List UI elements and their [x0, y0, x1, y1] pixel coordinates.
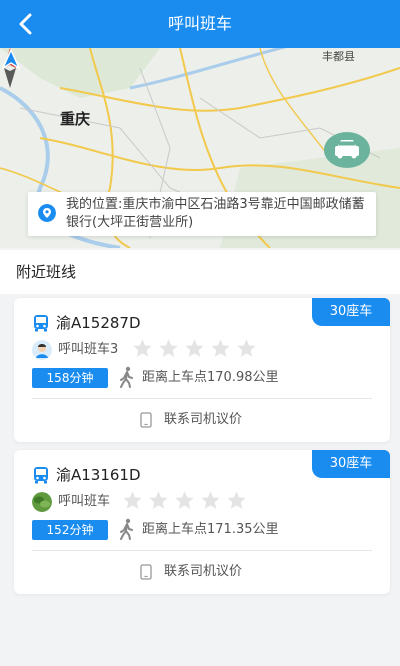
my-location-card: 我的位置:重庆市渝中区石油路3号靠近中国邮政储蓄银行(大坪正街营业所): [28, 192, 376, 236]
contact-driver-label: 联系司机议价: [164, 412, 243, 427]
plate-number: 渝A15287D: [56, 314, 141, 332]
star-icon: [185, 339, 204, 357]
plate-number: 渝A13161D: [56, 466, 141, 484]
star-icon: [201, 491, 220, 509]
my-location-text: 我的位置:重庆市渝中区石油路3号靠近中国邮政储蓄银行(大坪正街营业所): [66, 197, 365, 230]
divider: [32, 550, 372, 551]
distance-text: 距离上车点170.98公里: [142, 370, 279, 385]
star-icon: [237, 339, 256, 357]
star-icon: [227, 491, 246, 509]
map-town-label: 丰都县: [322, 50, 355, 63]
car-marker[interactable]: [324, 132, 370, 168]
travel-time-badge: 152分钟: [32, 520, 108, 540]
walking-icon: [120, 518, 133, 540]
seat-tag: 30座车: [312, 298, 390, 326]
bus-icon: [34, 467, 48, 484]
app-header: 呼叫班车: [0, 0, 400, 48]
current-location-icon: [1, 48, 21, 70]
star-icon: [149, 491, 168, 509]
nearby-routes-header: 附近班线: [0, 250, 400, 294]
star-icon: [175, 491, 194, 509]
star-icon: [123, 491, 142, 509]
bus-icon: [34, 315, 48, 332]
location-pin-icon: [38, 204, 56, 222]
phone-icon: [140, 412, 152, 428]
walking-icon: [120, 366, 133, 388]
driver-avatar: [32, 492, 52, 512]
map-city-label: 重庆: [60, 110, 91, 128]
driver-name: 呼叫班车3: [58, 342, 119, 357]
contact-driver-button[interactable]: 联系司机议价: [14, 402, 390, 438]
contact-driver-label: 联系司机议价: [164, 564, 243, 579]
contact-driver-button[interactable]: 联系司机议价: [14, 554, 390, 590]
divider: [32, 398, 372, 399]
phone-icon: [140, 564, 152, 580]
page-title: 呼叫班车: [167, 14, 232, 33]
seat-tag: 30座车: [312, 450, 390, 478]
travel-time-badge: 158分钟: [32, 368, 108, 388]
car-icon: [335, 140, 359, 159]
rating-stars: [132, 338, 257, 359]
rating-stars: [122, 490, 247, 511]
section-title: 附近班线: [16, 263, 77, 281]
distance-text: 距离上车点171.35公里: [142, 522, 279, 537]
star-icon: [211, 339, 230, 357]
route-card[interactable]: 30座车 渝A15287D 呼叫班车3 158分钟 距离上车点170.98公里: [14, 298, 390, 442]
driver-avatar: [32, 340, 52, 360]
star-icon: [159, 339, 178, 357]
star-icon: [133, 339, 152, 357]
driver-name: 呼叫班车: [58, 494, 111, 509]
route-card[interactable]: 30座车 渝A13161D 呼叫班车 152分钟 距离上车点171.35公里 联…: [14, 450, 390, 594]
